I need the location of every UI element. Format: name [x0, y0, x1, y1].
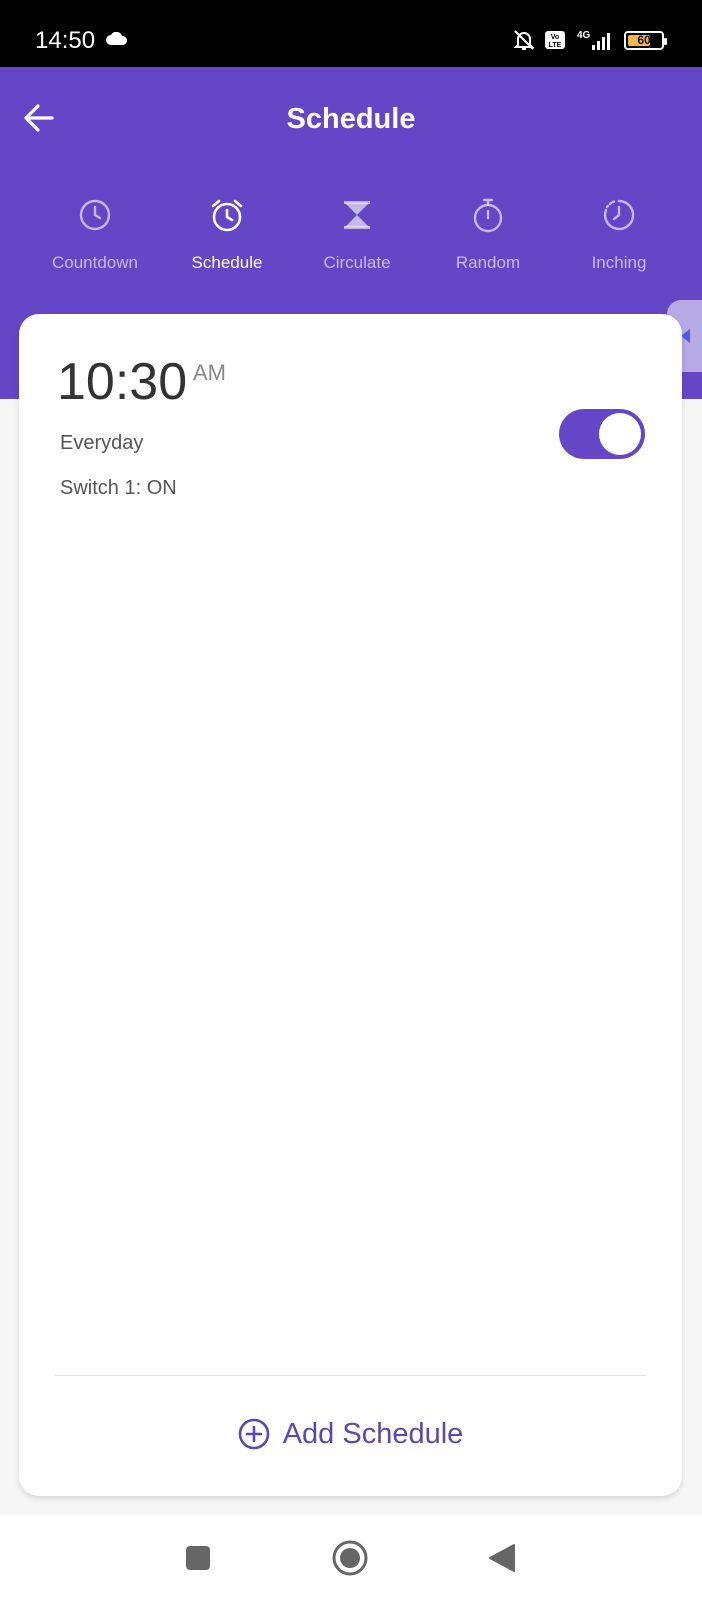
page-title: Schedule — [286, 103, 416, 135]
hourglass-icon — [344, 201, 370, 229]
circle-home-icon — [332, 1540, 368, 1575]
schedule-toggle[interactable] — [559, 409, 645, 459]
recents-button[interactable] — [158, 1515, 238, 1600]
toggle-knob — [599, 413, 641, 455]
timer-tabs: Countdown Schedule Circulate Random Inch… — [0, 195, 702, 295]
tab-schedule[interactable]: Schedule — [162, 195, 292, 273]
timer-dashed-icon — [603, 199, 635, 231]
svg-text:Vo: Vo — [551, 34, 559, 41]
schedule-time: 10:30 — [57, 353, 188, 411]
chevron-left-icon — [681, 329, 690, 343]
tab-inching[interactable]: Inching — [554, 195, 684, 273]
add-schedule-button[interactable]: Add Schedule — [19, 1394, 682, 1474]
svg-text:LTE: LTE — [549, 42, 562, 49]
stopwatch-icon — [473, 198, 503, 233]
tab-label-countdown: Countdown — [51, 253, 138, 272]
back-button[interactable] — [462, 1515, 542, 1600]
triangle-back-icon — [489, 1543, 515, 1572]
plus-circle-icon — [238, 1418, 270, 1450]
status-time: 14:50 — [35, 27, 96, 54]
square-icon — [186, 1545, 210, 1570]
clock-icon — [79, 199, 111, 231]
battery-icon: 60 — [624, 30, 667, 50]
tab-circulate[interactable]: Circulate — [292, 195, 422, 273]
schedule-action: Switch 1: ON — [60, 477, 177, 499]
status-bar: 14:50 Vo LTE 4G 60 — [0, 0, 702, 67]
bell-muted-icon — [513, 30, 535, 50]
volte-icon: Vo LTE — [545, 31, 565, 49]
schedule-repeat: Everyday — [60, 432, 144, 454]
status-icons: Vo LTE 4G 60 — [512, 28, 667, 52]
tab-countdown[interactable]: Countdown — [30, 195, 160, 273]
tab-random[interactable]: Random — [423, 195, 553, 273]
tab-label-random: Random — [455, 253, 521, 272]
schedule-card: 10:30 AM Everyday Switch 1: ON Add Sched… — [19, 314, 682, 1496]
add-schedule-label: Add Schedule — [282, 1417, 464, 1450]
tab-label-inching: Inching — [591, 253, 647, 272]
svg-text:4G: 4G — [577, 30, 591, 41]
home-button[interactable] — [310, 1515, 390, 1600]
tab-label-circulate: Circulate — [323, 253, 391, 272]
cloud-icon — [106, 32, 128, 45]
schedule-ampm: AM — [193, 360, 226, 385]
battery-level: 60 — [637, 33, 651, 47]
signal-4g-icon: 4G — [577, 30, 610, 50]
navigation-bar — [0, 1515, 702, 1600]
divider — [55, 1375, 646, 1376]
alarm-clock-icon — [211, 199, 243, 232]
schedule-item[interactable]: 10:30 AM Everyday Switch 1: ON — [19, 314, 682, 514]
tab-label-schedule: Schedule — [191, 253, 263, 272]
